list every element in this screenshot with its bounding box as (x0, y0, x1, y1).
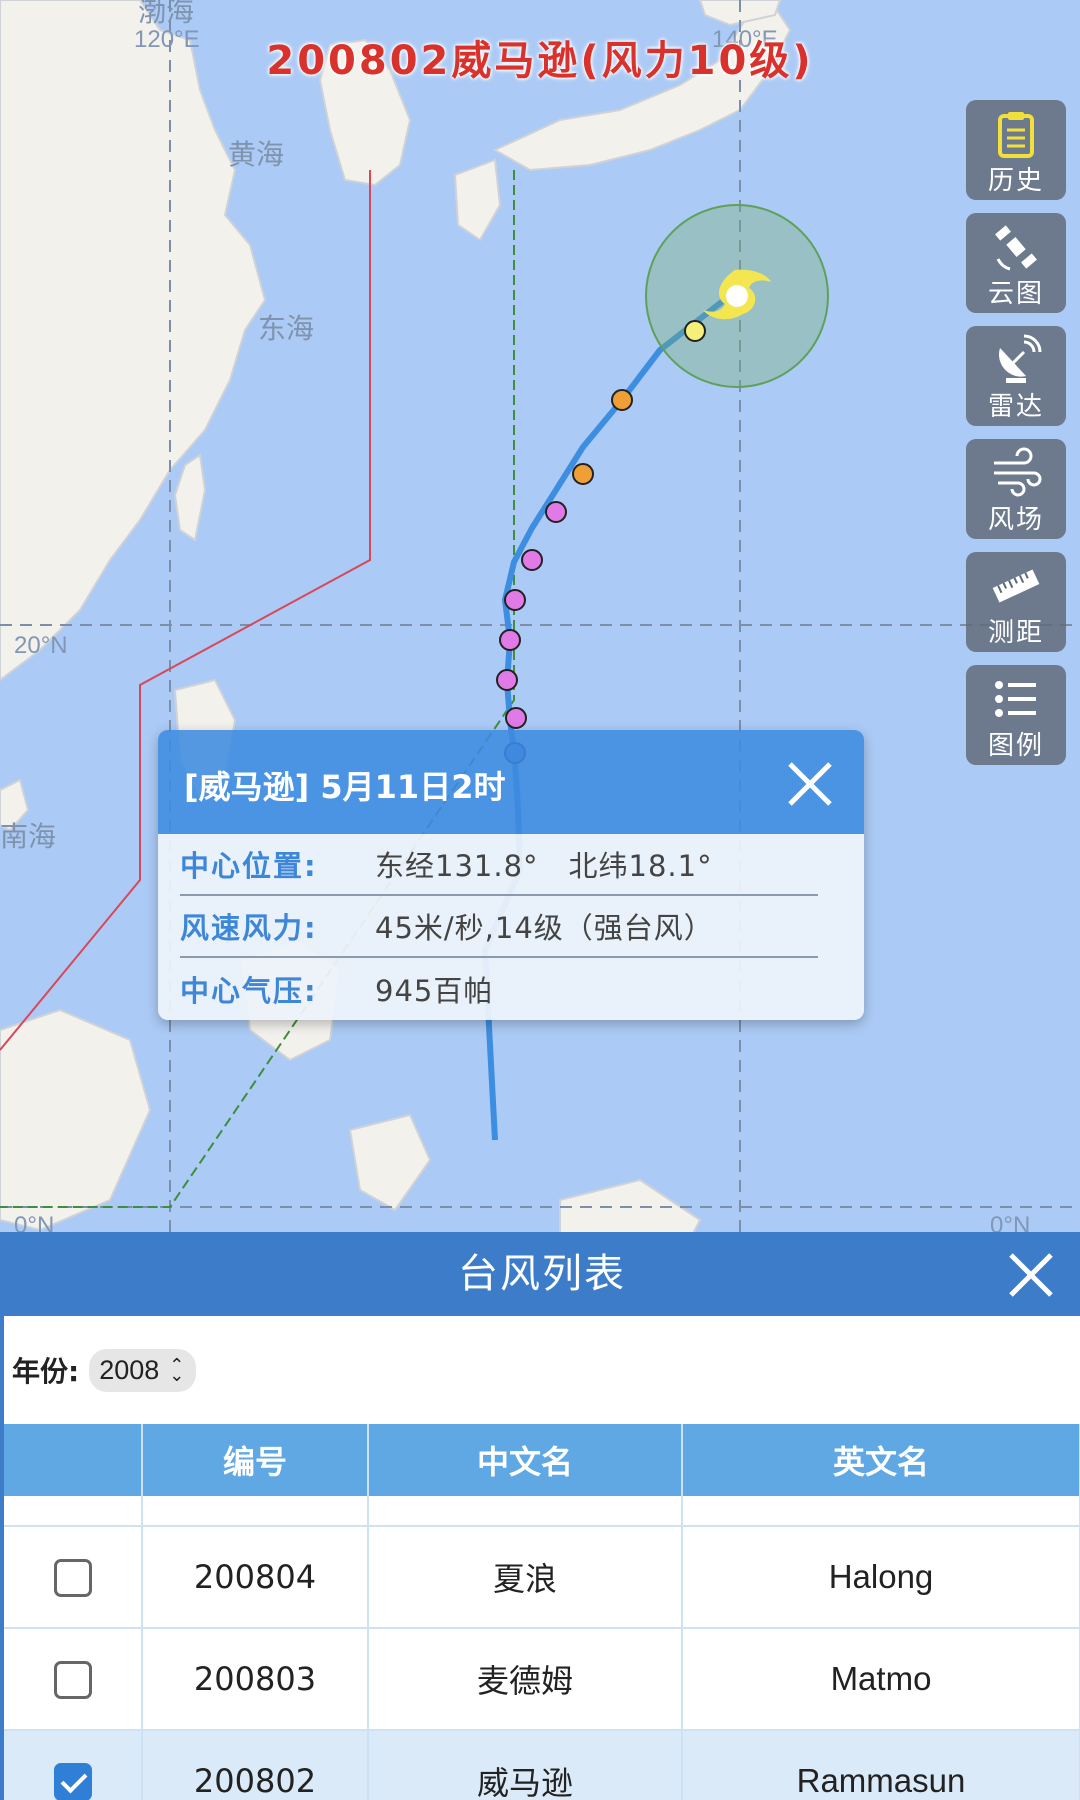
column-header-cn-name: 中文名 (368, 1424, 683, 1496)
typhoon-table: 编号 中文名 英文名 200804 夏浪 Halong 200803 麦德姆 M… (4, 1424, 1080, 1800)
row-code: 200802 (142, 1730, 369, 1800)
table-header-row: 编号 中文名 英文名 (4, 1424, 1080, 1496)
year-select[interactable]: 2008 ⌃ ⌄ (89, 1348, 197, 1392)
wind-field-button-label: 风场 (987, 505, 1044, 535)
typhoon-title: 200802威马逊(风力10级) (266, 38, 814, 84)
label-south-sea: 南海 (0, 820, 57, 853)
typhoon-info-popup: [威马逊] 5月11日2时 中心位置: 东经131.8° 北纬18.1° 风速风… (158, 730, 864, 1020)
track-point (499, 629, 521, 651)
table-row[interactable]: 200803 麦德姆 Matmo (4, 1628, 1080, 1731)
year-label: 年份: (12, 1355, 80, 1388)
grid-label-20n: 20°N (14, 632, 68, 659)
info-key-pressure: 中心气压: (180, 974, 318, 1008)
row-en-name: Halong (682, 1526, 1080, 1629)
table-row[interactable]: 200804 夏浪 Halong (4, 1526, 1080, 1629)
row-checkbox-cell (4, 1526, 143, 1629)
up-down-chevron-icon: ⌃ ⌄ (169, 1355, 185, 1385)
column-header-select (4, 1424, 143, 1496)
track-point (545, 501, 567, 523)
history-button[interactable]: 历史 (966, 100, 1066, 200)
column-header-code: 编号 (142, 1424, 369, 1496)
column-header-en-name: 英文名 (682, 1424, 1080, 1496)
track-point (572, 463, 594, 485)
track-point (611, 389, 633, 411)
info-key-position: 中心位置: (180, 849, 318, 883)
label-yellow-sea: 黄海 (228, 138, 285, 171)
info-value-pressure: 945百帕 (375, 974, 494, 1008)
panel-close-icon[interactable] (1008, 1252, 1054, 1298)
table-row-selected[interactable]: 200802 威马逊 Rammasun (4, 1730, 1080, 1800)
row-checkbox[interactable] (53, 1661, 92, 1699)
radar-button-label: 雷达 (987, 392, 1044, 422)
table-cell (4, 1496, 143, 1527)
panel-header: 台风列表 (4, 1232, 1080, 1316)
row-en-name: Matmo (682, 1628, 1080, 1731)
radar-dish-icon (998, 334, 1042, 383)
info-row-wind: 风速风力: 45米/秒,14级（强台风） (180, 896, 818, 958)
satellite-icon (995, 225, 1037, 271)
table-cell (368, 1496, 683, 1527)
radar-button[interactable]: 雷达 (966, 326, 1066, 426)
row-checkbox-checked[interactable] (53, 1763, 92, 1800)
cloud-image-button-label: 云图 (987, 279, 1044, 309)
row-cn-name: 威马逊 (368, 1730, 683, 1800)
table-cell (142, 1496, 369, 1527)
panel-title: 台风列表 (458, 1251, 626, 1297)
track-point (521, 549, 543, 571)
typhoon-map[interactable]: 渤海 黄海 东海 南海 120°E 140°E 20°N 0°N 0°N 200… (0, 0, 1080, 1240)
info-value-wind: 45米/秒,14级（强台风） (375, 911, 714, 945)
track-points-layer (496, 320, 706, 764)
row-code: 200803 (142, 1628, 369, 1731)
row-cn-name: 麦德姆 (368, 1628, 683, 1731)
row-checkbox[interactable] (53, 1559, 92, 1597)
row-checkbox-cell (4, 1730, 143, 1800)
table-cell (682, 1496, 1080, 1527)
popup-header: [威马逊] 5月11日2时 (158, 730, 864, 834)
wind-field-button[interactable]: 风场 (966, 439, 1066, 539)
year-filter-row: 年份: 2008 ⌃ ⌄ (4, 1316, 1080, 1424)
popup-body: 中心位置: 东经131.8° 北纬18.1° 风速风力: 45米/秒,14级（强… (158, 834, 864, 1020)
table-row-partial (4, 1496, 1080, 1527)
map-toolbar: 历史 云图 雷达 风场 测距 图例 (966, 100, 1068, 778)
popup-close-icon[interactable] (786, 760, 834, 808)
cloud-image-button[interactable]: 云图 (966, 213, 1066, 313)
track-point (684, 320, 706, 342)
measure-distance-button-label: 测距 (987, 618, 1044, 648)
row-checkbox-cell (4, 1628, 143, 1731)
legend-button[interactable]: 图例 (966, 665, 1066, 765)
track-point (504, 589, 526, 611)
row-en-name: Rammasun (682, 1730, 1080, 1800)
info-row-pressure: 中心气压: 945百帕 (180, 958, 818, 1020)
track-point (505, 707, 527, 729)
row-code: 200804 (142, 1526, 369, 1629)
history-button-label: 历史 (987, 166, 1044, 196)
measure-distance-button[interactable]: 测距 (966, 552, 1066, 652)
legend-list-icon (995, 681, 1036, 717)
info-row-position: 中心位置: 东经131.8° 北纬18.1° (180, 834, 818, 896)
year-select-value: 2008 (99, 1354, 160, 1385)
track-point (496, 669, 518, 691)
info-value-position: 东经131.8° 北纬18.1° (375, 849, 713, 883)
info-key-wind: 风速风力: (180, 911, 318, 945)
label-east-sea: 东海 (258, 312, 315, 345)
popup-title: [威马逊] 5月11日2时 (184, 768, 506, 806)
typhoon-list-panel: 台风列表 年份: 2008 ⌃ ⌄ 编号 中文名 英文名 200804 夏浪 H… (0, 1232, 1080, 1800)
legend-button-label: 图例 (987, 731, 1044, 761)
history-clipboard-icon (998, 112, 1034, 158)
wind-icon (994, 447, 1042, 497)
row-cn-name: 夏浪 (368, 1526, 683, 1629)
ruler-icon (992, 569, 1040, 603)
